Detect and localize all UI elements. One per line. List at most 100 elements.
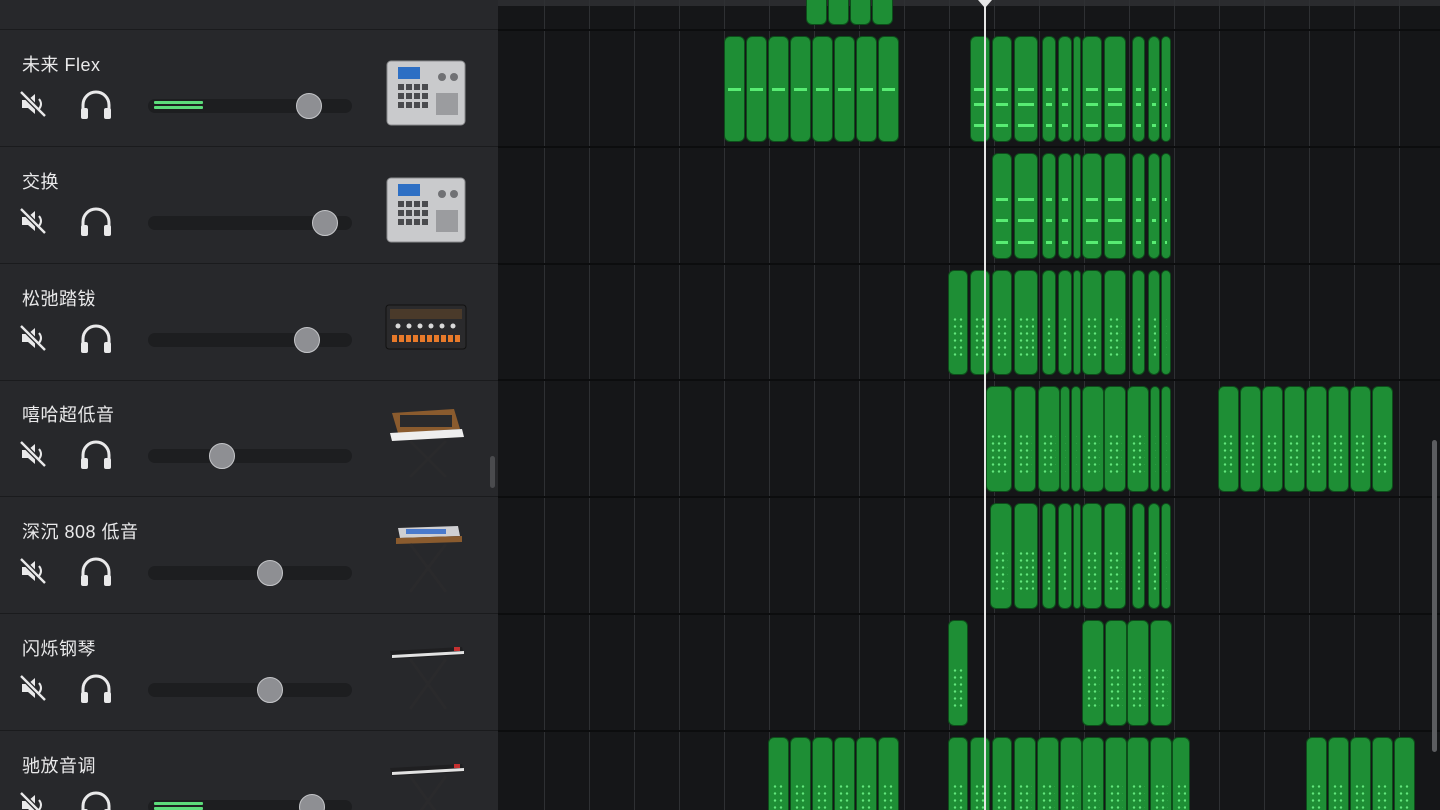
midi-region[interactable] bbox=[1014, 503, 1038, 609]
midi-region[interactable] bbox=[1042, 36, 1056, 142]
volume-slider[interactable] bbox=[148, 560, 352, 587]
midi-region[interactable] bbox=[1394, 736, 1415, 810]
midi-region[interactable] bbox=[1262, 386, 1283, 493]
drum-machine-icon[interactable] bbox=[384, 57, 468, 129]
midi-region[interactable] bbox=[1150, 620, 1172, 726]
midi-region[interactable] bbox=[768, 36, 789, 142]
midi-region[interactable] bbox=[1148, 152, 1160, 259]
midi-region[interactable] bbox=[856, 736, 877, 810]
midi-region[interactable] bbox=[970, 36, 990, 142]
midi-region[interactable] bbox=[1037, 736, 1059, 810]
mute-button[interactable] bbox=[18, 206, 48, 236]
midi-region[interactable] bbox=[790, 736, 811, 810]
piano-keyboard-icon[interactable] bbox=[384, 758, 468, 810]
volume-slider[interactable] bbox=[148, 93, 352, 119]
midi-region[interactable] bbox=[1104, 152, 1126, 259]
midi-region[interactable] bbox=[1150, 386, 1160, 493]
midi-region[interactable] bbox=[992, 736, 1012, 810]
volume-knob[interactable] bbox=[299, 793, 326, 810]
midi-region[interactable] bbox=[1082, 503, 1102, 609]
midi-region[interactable] bbox=[1132, 269, 1145, 376]
panel-resize-handle[interactable] bbox=[490, 456, 495, 488]
midi-region[interactable] bbox=[1014, 269, 1038, 376]
midi-region[interactable] bbox=[970, 736, 990, 810]
track-header[interactable]: 松弛踏钹 bbox=[0, 265, 498, 381]
midi-region[interactable] bbox=[992, 152, 1012, 259]
midi-region[interactable] bbox=[1161, 503, 1171, 609]
midi-region[interactable] bbox=[1082, 36, 1102, 142]
midi-region[interactable] bbox=[1161, 36, 1171, 142]
midi-region[interactable] bbox=[1058, 152, 1072, 259]
midi-region[interactable] bbox=[1132, 152, 1145, 259]
midi-region[interactable] bbox=[1161, 152, 1171, 259]
midi-region[interactable] bbox=[1132, 36, 1145, 142]
volume-slider[interactable] bbox=[148, 793, 352, 810]
midi-region[interactable] bbox=[1082, 736, 1104, 810]
volume-knob[interactable] bbox=[295, 93, 322, 119]
midi-region[interactable] bbox=[1104, 269, 1126, 376]
midi-region[interactable] bbox=[834, 736, 855, 810]
midi-region[interactable] bbox=[812, 36, 833, 142]
volume-knob[interactable] bbox=[209, 443, 236, 470]
midi-region[interactable] bbox=[1105, 620, 1127, 726]
midi-region[interactable] bbox=[1127, 620, 1149, 726]
midi-region[interactable] bbox=[1240, 386, 1261, 493]
volume-knob[interactable] bbox=[256, 677, 283, 703]
ruler-strip[interactable] bbox=[498, 0, 1440, 6]
midi-region[interactable] bbox=[768, 736, 789, 810]
midi-region[interactable] bbox=[1372, 386, 1393, 493]
midi-region[interactable] bbox=[1218, 386, 1239, 493]
mute-button[interactable] bbox=[18, 89, 48, 119]
mute-button[interactable] bbox=[18, 790, 48, 810]
midi-region[interactable] bbox=[1060, 736, 1082, 810]
midi-region[interactable] bbox=[746, 36, 767, 142]
midi-region[interactable] bbox=[1042, 152, 1056, 259]
drum-machine-icon[interactable] bbox=[384, 174, 468, 246]
volume-knob[interactable] bbox=[293, 326, 320, 353]
vertical-scrollbar[interactable] bbox=[1432, 440, 1437, 752]
track-header[interactable]: 未来 Flex bbox=[0, 31, 498, 147]
midi-region[interactable] bbox=[1058, 36, 1072, 142]
midi-region[interactable] bbox=[856, 36, 877, 142]
midi-region[interactable] bbox=[1161, 386, 1171, 493]
solo-button[interactable] bbox=[78, 556, 114, 588]
track-header[interactable]: 深沉 808 低音 bbox=[0, 498, 498, 615]
midi-region[interactable] bbox=[1042, 503, 1056, 609]
synth-keyboard-icon[interactable] bbox=[384, 407, 468, 479]
midi-region[interactable] bbox=[1350, 386, 1371, 493]
midi-region[interactable] bbox=[1350, 736, 1371, 810]
midi-region[interactable] bbox=[1073, 503, 1081, 609]
midi-region[interactable] bbox=[1060, 386, 1070, 493]
midi-region[interactable] bbox=[1172, 736, 1190, 810]
midi-region[interactable] bbox=[872, 0, 893, 25]
volume-knob[interactable] bbox=[256, 560, 283, 587]
solo-button[interactable] bbox=[78, 673, 114, 705]
midi-region[interactable] bbox=[1014, 36, 1038, 142]
midi-region[interactable] bbox=[992, 269, 1012, 376]
midi-region[interactable] bbox=[1306, 386, 1327, 493]
midi-region[interactable] bbox=[1073, 152, 1081, 259]
midi-region[interactable] bbox=[1161, 269, 1171, 376]
midi-region[interactable] bbox=[878, 36, 899, 142]
midi-region[interactable] bbox=[1071, 386, 1081, 493]
midi-region[interactable] bbox=[1104, 503, 1126, 609]
midi-region[interactable] bbox=[1150, 736, 1172, 810]
midi-region[interactable] bbox=[990, 503, 1012, 609]
midi-region[interactable] bbox=[1328, 736, 1349, 810]
midi-region[interactable] bbox=[1082, 269, 1102, 376]
volume-knob[interactable] bbox=[312, 209, 339, 236]
solo-button[interactable] bbox=[78, 89, 114, 121]
playhead[interactable] bbox=[984, 0, 986, 810]
track-header[interactable]: 嘻哈超低音 bbox=[0, 381, 498, 498]
midi-region[interactable] bbox=[1082, 386, 1104, 493]
track-header[interactable]: 驰放音调 bbox=[0, 732, 498, 810]
midi-region[interactable] bbox=[1038, 386, 1060, 493]
volume-slider[interactable] bbox=[148, 209, 352, 236]
midi-region[interactable] bbox=[1082, 620, 1104, 726]
midi-region[interactable] bbox=[970, 269, 990, 376]
midi-region[interactable] bbox=[1127, 736, 1149, 810]
mute-button[interactable] bbox=[18, 323, 48, 353]
midi-region[interactable] bbox=[1104, 386, 1126, 493]
midi-region[interactable] bbox=[1328, 386, 1349, 493]
midi-region[interactable] bbox=[1073, 269, 1081, 376]
